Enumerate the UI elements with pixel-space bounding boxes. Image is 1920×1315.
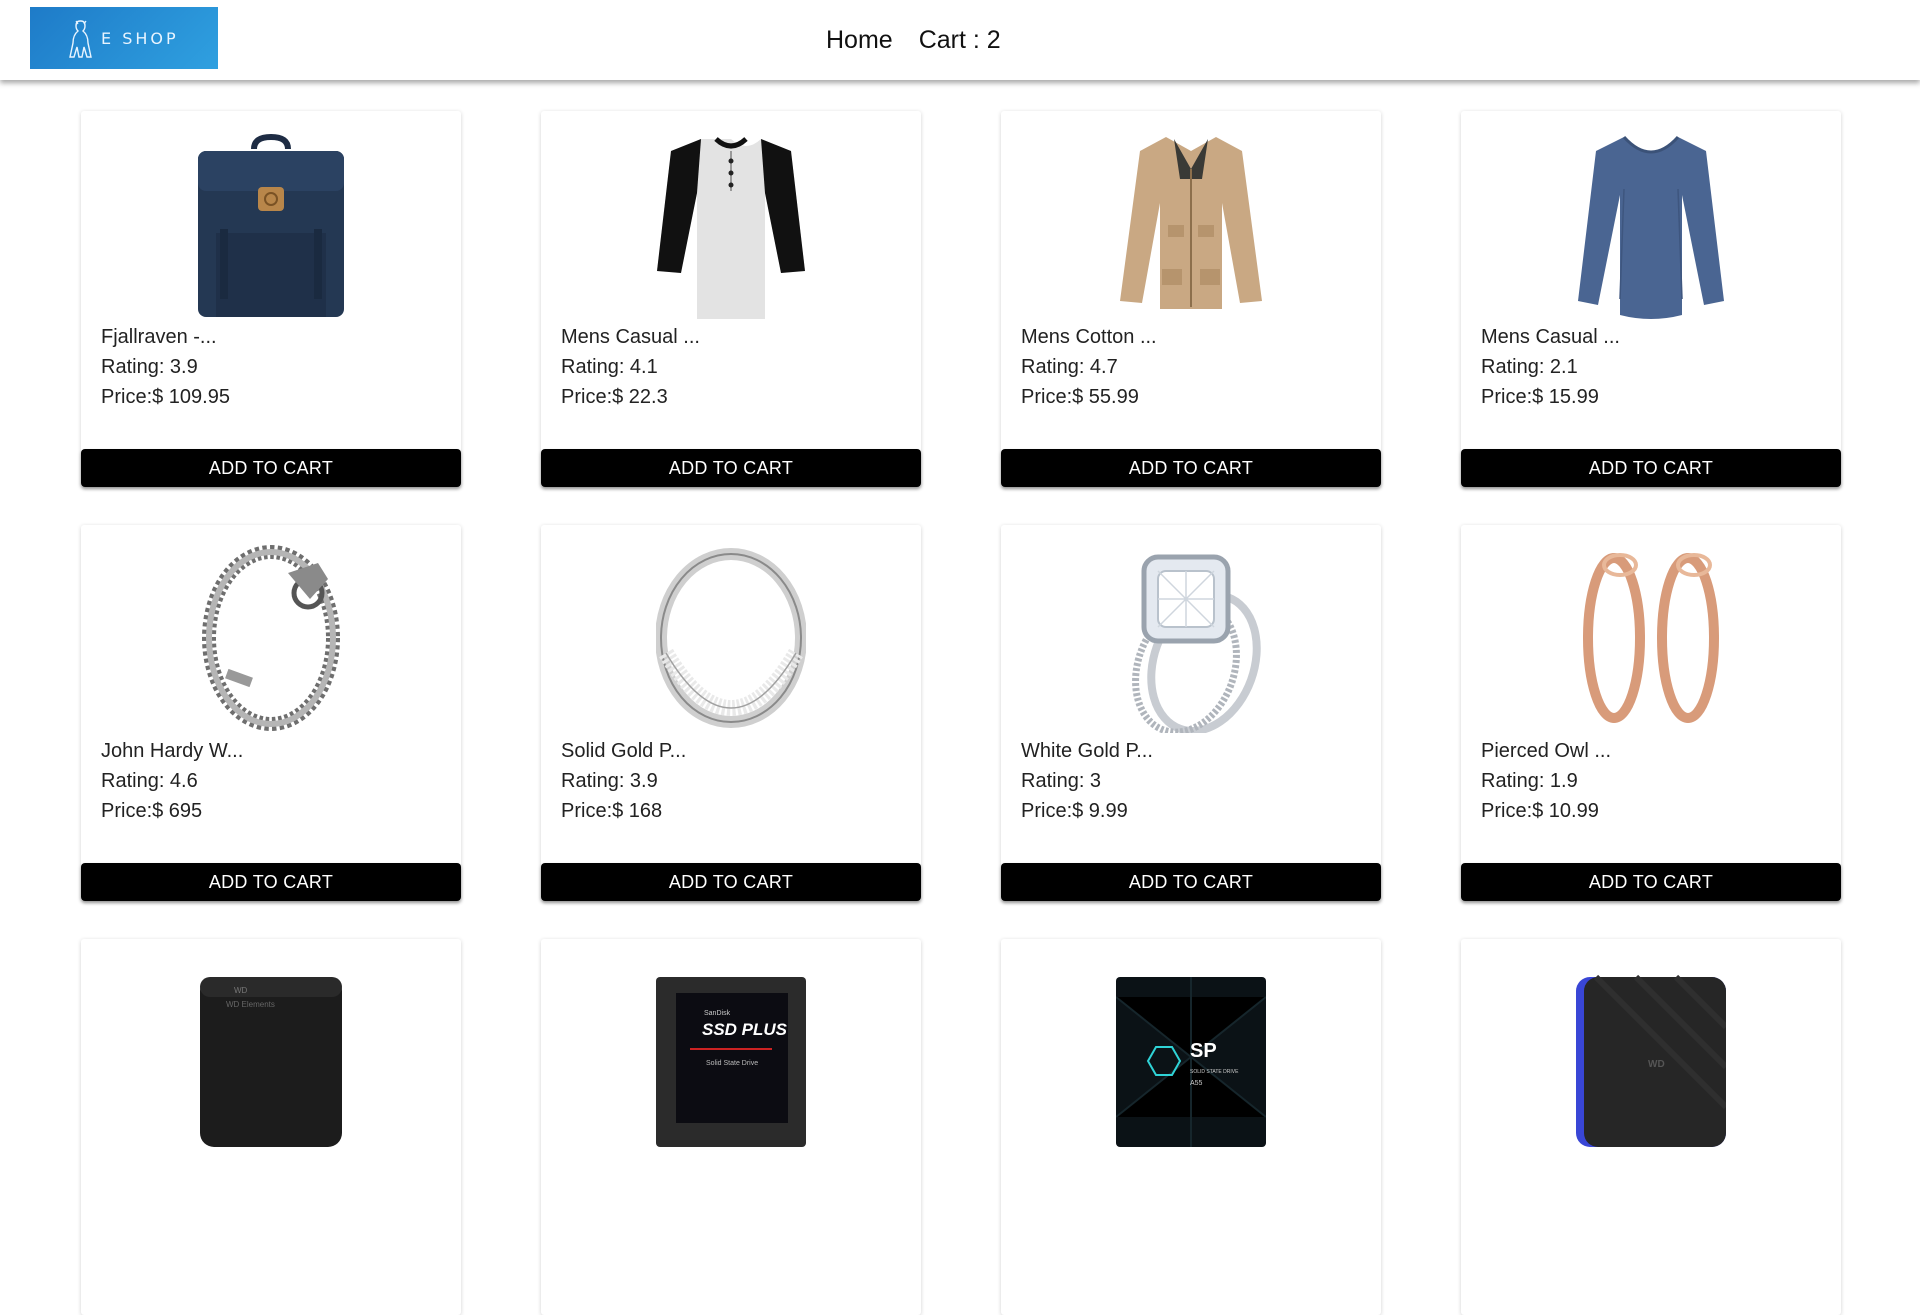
- product-price: Price:$ 10.99: [1481, 800, 1599, 822]
- add-to-cart-button[interactable]: ADD TO CART: [81, 449, 461, 487]
- product-price: Price:$ 15.99: [1481, 386, 1599, 408]
- product-title[interactable]: Mens Cotton ...: [1021, 322, 1157, 352]
- product-card: White Gold P... Rating: 3 Price:$ 9.99 A…: [1001, 525, 1381, 901]
- product-price: Price:$ 22.3: [561, 386, 668, 408]
- product-rating: Rating: 4.1: [561, 356, 658, 378]
- product-price: Price:$ 9.99: [1021, 800, 1128, 822]
- svg-text:Solid State Drive: Solid State Drive: [706, 1060, 758, 1067]
- product-card: WD: [1461, 939, 1841, 1315]
- product-card: Mens Cotton ... Rating: 4.7 Price:$ 55.9…: [1001, 111, 1381, 487]
- svg-text:WD: WD: [234, 986, 248, 995]
- product-card: SanDisk SSD PLUS Solid State Drive: [541, 939, 921, 1315]
- product-rating: Rating: 4.6: [101, 770, 198, 792]
- product-rating: Rating: 3.9: [101, 356, 198, 378]
- product-rating: Rating: 2.1: [1481, 356, 1578, 378]
- rose-gold-tunnels-image[interactable]: [1576, 543, 1726, 733]
- product-price: Price:$ 55.99: [1021, 386, 1139, 408]
- product-card: Mens Casual ... Rating: 4.1 Price:$ 22.3…: [541, 111, 921, 487]
- product-card: Pierced Owl ... Rating: 1.9 Price:$ 10.9…: [1461, 525, 1841, 901]
- product-rating: Rating: 3: [1021, 770, 1102, 792]
- product-rating: Rating: 1.9: [1481, 770, 1578, 792]
- svg-text:SSD PLUS: SSD PLUS: [702, 1020, 788, 1039]
- svg-text:SanDisk: SanDisk: [704, 1010, 731, 1017]
- sp-ssd-image[interactable]: SP SOLID STATE DRIVE A55: [1116, 957, 1266, 1147]
- product-info: John Hardy W... Rating: 4.6 Price:$ 695: [101, 736, 243, 826]
- add-to-cart-button[interactable]: ADD TO CART: [1001, 863, 1381, 901]
- shop-logo[interactable]: E SHOP: [30, 7, 218, 69]
- add-to-cart-button[interactable]: ADD TO CART: [541, 863, 921, 901]
- product-title[interactable]: Mens Casual ...: [561, 322, 700, 352]
- add-to-cart-button[interactable]: ADD TO CART: [1461, 863, 1841, 901]
- product-card: SP SOLID STATE DRIVE A55: [1001, 939, 1381, 1315]
- add-to-cart-button[interactable]: ADD TO CART: [1001, 449, 1381, 487]
- backpack-image[interactable]: [196, 129, 346, 319]
- product-info: Solid Gold P... Rating: 3.9 Price:$ 168: [561, 736, 686, 826]
- product-title[interactable]: Mens Casual ...: [1481, 322, 1620, 352]
- ssd-plus-image[interactable]: SanDisk SSD PLUS Solid State Drive: [656, 957, 806, 1147]
- product-grid: Fjallraven -... Rating: 3.9 Price:$ 109.…: [81, 111, 1841, 1315]
- product-title[interactable]: Solid Gold P...: [561, 736, 686, 766]
- product-card: WD WD Elements: [81, 939, 461, 1315]
- logo-text: E SHOP: [101, 28, 179, 48]
- product-rating: Rating: 3.9: [561, 770, 658, 792]
- long-sleeve-shirt-image[interactable]: [1576, 129, 1726, 319]
- product-card: John Hardy W... Rating: 4.6 Price:$ 695 …: [81, 525, 461, 901]
- product-title[interactable]: John Hardy W...: [101, 736, 243, 766]
- product-title[interactable]: White Gold P...: [1021, 736, 1153, 766]
- svg-text:WD: WD: [1648, 1059, 1665, 1070]
- bracelet-image[interactable]: [196, 543, 346, 733]
- product-info: Mens Casual ... Rating: 4.1 Price:$ 22.3: [561, 322, 700, 412]
- add-to-cart-button[interactable]: ADD TO CART: [1461, 449, 1841, 487]
- svg-text:WD Elements: WD Elements: [226, 1000, 275, 1009]
- add-to-cart-button[interactable]: ADD TO CART: [81, 863, 461, 901]
- product-info: White Gold P... Rating: 3 Price:$ 9.99: [1021, 736, 1153, 826]
- product-card: Fjallraven -... Rating: 3.9 Price:$ 109.…: [81, 111, 461, 487]
- svg-text:A55: A55: [1190, 1080, 1203, 1087]
- portable-drive-image[interactable]: WD: [1576, 957, 1726, 1147]
- product-rating: Rating: 4.7: [1021, 356, 1118, 378]
- add-to-cart-button[interactable]: ADD TO CART: [541, 449, 921, 487]
- product-price: Price:$ 109.95: [101, 386, 230, 408]
- site-header: E SHOP Home Cart : 2: [0, 0, 1920, 80]
- nav-cart-link[interactable]: Cart : 2: [919, 26, 1001, 55]
- main-nav: Home Cart : 2: [826, 26, 1001, 55]
- product-price: Price:$ 695: [101, 800, 203, 822]
- silver-ring-image[interactable]: [656, 543, 806, 733]
- external-hard-drive-image[interactable]: WD WD Elements: [196, 957, 346, 1147]
- product-title[interactable]: Fjallraven -...: [101, 322, 230, 352]
- diamond-ring-image[interactable]: [1116, 543, 1266, 733]
- svg-text:SOLID STATE DRIVE: SOLID STATE DRIVE: [1190, 1069, 1239, 1075]
- svg-text:SP: SP: [1190, 1040, 1217, 1062]
- product-title[interactable]: Pierced Owl ...: [1481, 736, 1611, 766]
- product-info: Fjallraven -... Rating: 3.9 Price:$ 109.…: [101, 322, 230, 412]
- product-info: Pierced Owl ... Rating: 1.9 Price:$ 10.9…: [1481, 736, 1611, 826]
- product-info: Mens Cotton ... Rating: 4.7 Price:$ 55.9…: [1021, 322, 1157, 412]
- product-price: Price:$ 168: [561, 800, 663, 822]
- product-info: Mens Casual ... Rating: 2.1 Price:$ 15.9…: [1481, 322, 1620, 412]
- product-card: Solid Gold P... Rating: 3.9 Price:$ 168 …: [541, 525, 921, 901]
- product-card: Mens Casual ... Rating: 2.1 Price:$ 15.9…: [1461, 111, 1841, 487]
- logo-figure-icon: [69, 20, 92, 58]
- jacket-image[interactable]: [1116, 129, 1266, 319]
- raglan-shirt-image[interactable]: [656, 129, 806, 319]
- nav-home-link[interactable]: Home: [826, 26, 893, 55]
